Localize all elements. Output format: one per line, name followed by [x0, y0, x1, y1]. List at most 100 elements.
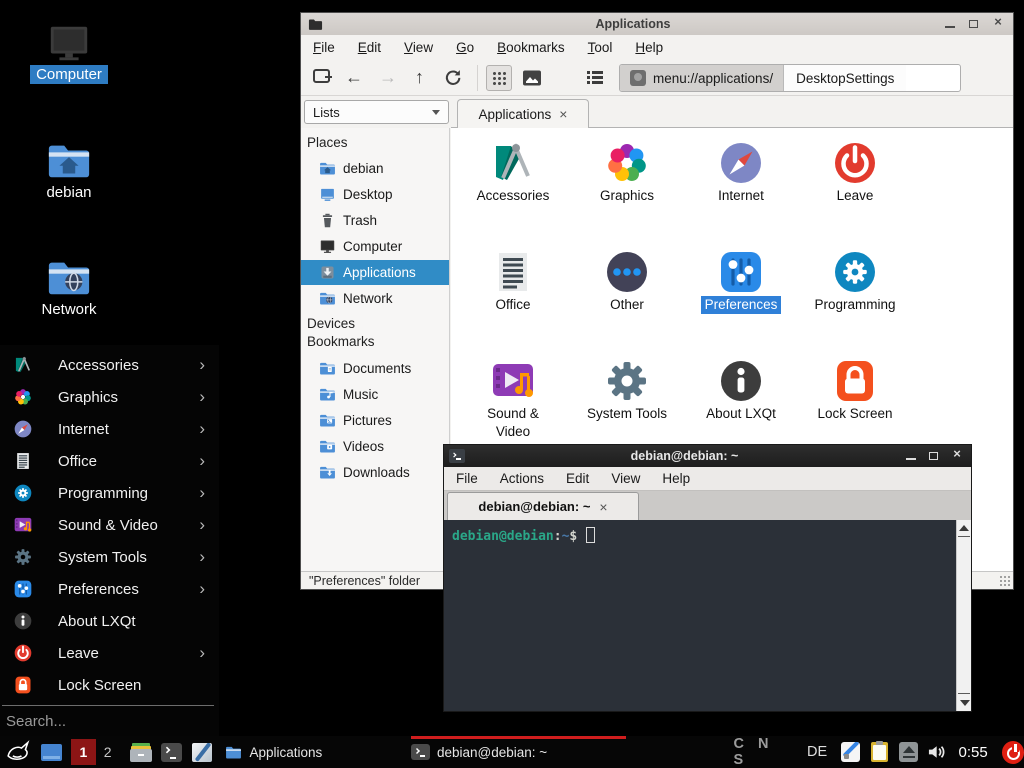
- terminal-launcher[interactable]: [161, 743, 182, 762]
- sidebar-item-music[interactable]: Music: [301, 382, 449, 407]
- workspace-1-button[interactable]: 1: [71, 739, 95, 765]
- path-bar: menu://applications/ DesktopSettings: [619, 64, 961, 92]
- grid-item-other[interactable]: Other: [570, 248, 684, 314]
- grid-item-graphics[interactable]: Graphics: [570, 139, 684, 205]
- menu-item-system-tools[interactable]: System Tools ›: [0, 541, 219, 573]
- menu-item-sound-video[interactable]: Sound & Video ›: [0, 509, 219, 541]
- menu-item-graphics[interactable]: Graphics ›: [0, 381, 219, 413]
- terminal-window-icon: [449, 449, 465, 463]
- terminal-tab-close-icon[interactable]: ×: [599, 499, 607, 515]
- fm-title-bar[interactable]: Applications ×: [301, 13, 1013, 35]
- sidebar-mode-combo[interactable]: Lists: [304, 100, 449, 124]
- grid-item-preferences[interactable]: Preferences: [684, 248, 798, 314]
- sidebar-item-network[interactable]: Network: [301, 286, 449, 311]
- places-header: Places: [307, 135, 348, 150]
- thumbnail-view-button[interactable]: [523, 70, 541, 86]
- volume-tray-icon[interactable]: [927, 742, 946, 762]
- menu-item-internet[interactable]: Internet ›: [0, 413, 219, 445]
- grid-item-sound-video[interactable]: Sound & Video: [456, 357, 570, 441]
- grid-item-about-lxqt[interactable]: About LXQt: [684, 357, 798, 423]
- terminal-menu-view[interactable]: View: [611, 471, 640, 486]
- fm-menu-edit[interactable]: Edit: [358, 40, 381, 55]
- submenu-arrow-icon: ›: [199, 643, 205, 663]
- combo-value: Lists: [313, 105, 432, 120]
- fm-close-button[interactable]: ×: [991, 18, 1005, 30]
- scroll-up-icon[interactable]: [959, 525, 969, 531]
- sidebar-item-computer[interactable]: Computer: [301, 234, 449, 259]
- menu-item-accessories[interactable]: Accessories ›: [0, 349, 219, 381]
- sidebar-item-pictures[interactable]: Pictures: [301, 408, 449, 433]
- path-segment-current[interactable]: menu://applications/: [620, 65, 783, 91]
- menu-item-preferences[interactable]: Preferences ›: [0, 573, 219, 605]
- menu-search-input[interactable]: [0, 707, 219, 735]
- grid-item-accessories[interactable]: Accessories: [456, 139, 570, 205]
- keyboard-layout-indicator[interactable]: DE: [807, 744, 827, 760]
- sidebar-item-applications[interactable]: Applications: [301, 260, 449, 285]
- terminal-close-button[interactable]: ×: [950, 450, 964, 462]
- show-desktop-button[interactable]: [41, 744, 62, 761]
- grid-item-lock-screen[interactable]: Lock Screen: [798, 357, 912, 423]
- terminal-tab[interactable]: debian@debian: ~ ×: [447, 492, 639, 520]
- fm-menu-file[interactable]: File: [313, 40, 335, 55]
- fm-tab-close-icon[interactable]: ×: [559, 106, 567, 122]
- fm-menu-tool[interactable]: Tool: [588, 40, 613, 55]
- back-button[interactable]: ←: [345, 68, 363, 86]
- terminal-title-bar[interactable]: debian@debian: ~ ×: [444, 445, 971, 467]
- main-menu-button[interactable]: [5, 739, 30, 765]
- workspace-2-button[interactable]: 2: [96, 739, 120, 765]
- menu-item-about-lxqt[interactable]: About LXQt: [0, 605, 219, 637]
- fm-menu-view[interactable]: View: [404, 40, 433, 55]
- file-manager-launcher[interactable]: [130, 743, 151, 762]
- terminal-menu-help[interactable]: Help: [662, 471, 690, 486]
- sidebar-item-desktop[interactable]: Desktop: [301, 182, 449, 207]
- desktop-icon-debian[interactable]: debian: [26, 138, 112, 202]
- sidebar-item-downloads[interactable]: Downloads: [301, 460, 449, 485]
- featherpad-launcher[interactable]: [192, 743, 212, 762]
- menu-item-office[interactable]: Office ›: [0, 445, 219, 477]
- fm-maximize-button[interactable]: [967, 18, 981, 30]
- documents-folder-icon: [319, 360, 336, 377]
- desktop-icon-network[interactable]: Network: [26, 255, 112, 319]
- task-button-terminal[interactable]: debian@debian: ~: [411, 736, 626, 768]
- fm-toolbar: ← → ↑ menu://applications/ DesktopSettin…: [301, 60, 1013, 96]
- up-button[interactable]: ↑: [415, 68, 424, 86]
- terminal-scrollbar[interactable]: [956, 520, 971, 711]
- fm-menu-help[interactable]: Help: [635, 40, 663, 55]
- eject-tray-icon[interactable]: [899, 742, 918, 762]
- terminal-menu-edit[interactable]: Edit: [566, 471, 589, 486]
- terminal-maximize-button[interactable]: [927, 450, 941, 462]
- clock[interactable]: 0:55: [959, 744, 988, 761]
- sidebar-item-trash[interactable]: Trash: [301, 208, 449, 233]
- fm-minimize-button[interactable]: [943, 18, 957, 30]
- sidebar-item-documents[interactable]: Documents: [301, 356, 449, 381]
- fm-menu-bookmarks[interactable]: Bookmarks: [497, 40, 565, 55]
- grid-item-system-tools[interactable]: System Tools: [570, 357, 684, 423]
- power-button[interactable]: [1002, 741, 1024, 764]
- terminal-screen[interactable]: debian@debian:~$: [444, 520, 956, 711]
- forward-button[interactable]: →: [379, 68, 397, 86]
- grid-item-office[interactable]: Office: [456, 248, 570, 314]
- terminal-menu-file[interactable]: File: [456, 471, 478, 486]
- grid-item-programming[interactable]: Programming: [798, 248, 912, 314]
- menu-item-programming[interactable]: Programming ›: [0, 477, 219, 509]
- task-button-applications[interactable]: Applications: [225, 736, 411, 768]
- grid-item-internet[interactable]: Internet: [684, 139, 798, 205]
- reload-button[interactable]: [443, 68, 462, 87]
- sidebar-item-videos[interactable]: Videos: [301, 434, 449, 459]
- clipboard-tray-icon[interactable]: [871, 742, 887, 762]
- fm-menu-go[interactable]: Go: [456, 40, 474, 55]
- resize-grip[interactable]: [999, 575, 1011, 587]
- fm-tab-applications[interactable]: Applications ×: [457, 99, 589, 128]
- path-segment-desktopsettings[interactable]: DesktopSettings: [783, 65, 906, 91]
- menu-item-leave[interactable]: Leave ›: [0, 637, 219, 669]
- grid-item-leave[interactable]: Leave: [798, 139, 912, 205]
- desktop-icon-computer[interactable]: Computer: [26, 20, 112, 84]
- screengrab-tray-icon[interactable]: [841, 742, 860, 762]
- scroll-down-icon[interactable]: [957, 695, 972, 711]
- terminal-minimize-button[interactable]: [904, 450, 918, 462]
- submenu-arrow-icon: ›: [199, 387, 205, 407]
- menu-item-lock-screen[interactable]: Lock Screen: [0, 669, 219, 701]
- detailed-view-button[interactable]: [587, 71, 603, 84]
- terminal-menu-actions[interactable]: Actions: [500, 471, 544, 486]
- sidebar-item-debian[interactable]: debian: [301, 156, 449, 181]
